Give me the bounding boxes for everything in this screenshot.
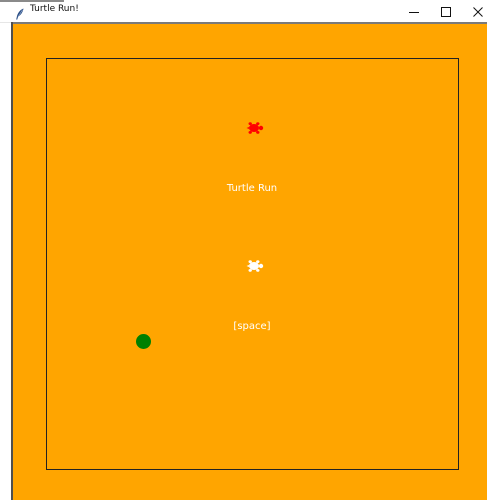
game-canvas[interactable]: Turtle Run [space] <box>13 24 487 500</box>
close-icon <box>473 2 483 21</box>
minimize-icon <box>409 2 419 21</box>
app-window: Turtle Run! Turtle Run [space] <box>0 0 500 500</box>
window-title: Turtle Run! <box>30 4 79 14</box>
close-button[interactable] <box>462 0 494 22</box>
game-title: Turtle Run <box>226 183 278 194</box>
maximize-button[interactable] <box>430 0 462 22</box>
title-bar-accent <box>0 0 64 2</box>
maximize-icon <box>441 2 451 21</box>
start-prompt: [space] <box>233 321 271 332</box>
window-right-margin <box>487 22 500 500</box>
player-turtle-icon <box>246 258 264 272</box>
enemy-turtle-icon <box>246 120 264 134</box>
enemy-turtle-shape <box>246 122 264 134</box>
feather-icon <box>15 5 25 20</box>
green-ball <box>136 334 151 349</box>
title-bar[interactable]: Turtle Run! <box>0 0 500 23</box>
minimize-button[interactable] <box>398 0 430 22</box>
player-turtle-shape <box>246 260 264 272</box>
